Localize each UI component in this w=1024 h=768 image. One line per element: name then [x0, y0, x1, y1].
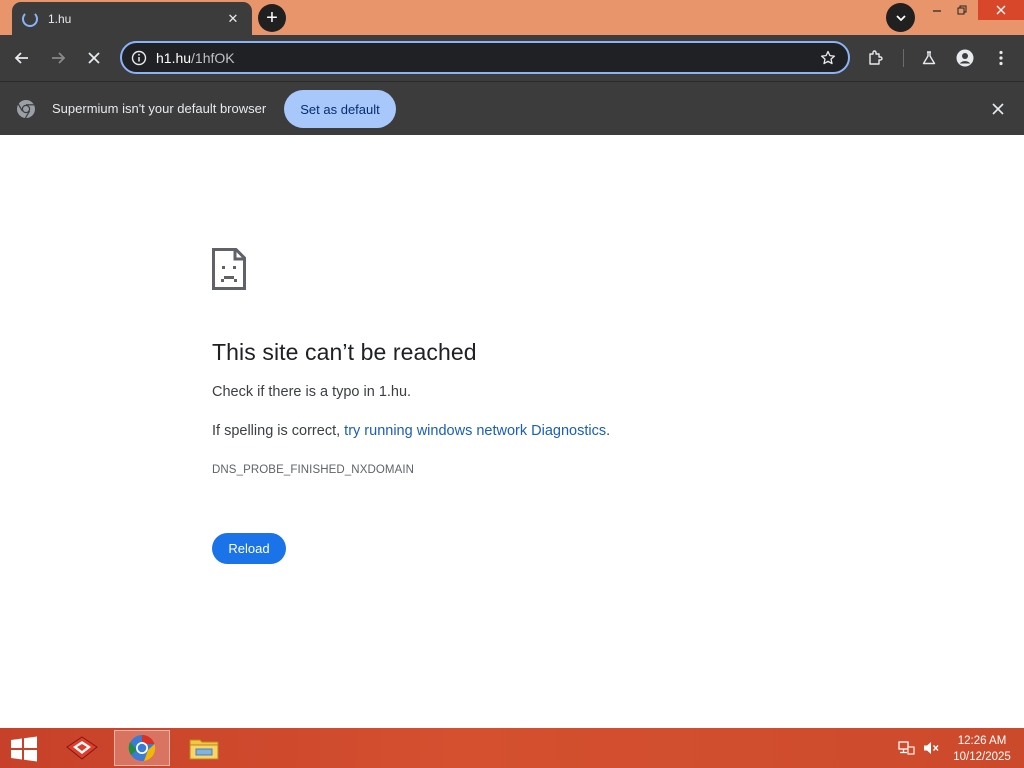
default-browser-infobar: Supermium isn't your default browser Set… — [0, 81, 1024, 135]
labs-button[interactable] — [915, 44, 943, 72]
error-suggestion-diagnostics: If spelling is correct, try running wind… — [212, 423, 610, 439]
extensions-button[interactable] — [862, 44, 890, 72]
restore-icon — [957, 5, 967, 15]
volume-muted-icon[interactable] — [922, 740, 940, 756]
clock-time: 12:26 AM — [957, 735, 1007, 747]
stop-icon — [88, 52, 100, 64]
kebab-menu-icon — [999, 50, 1003, 66]
forward-button[interactable] — [44, 44, 72, 72]
site-info-icon[interactable] — [130, 49, 148, 67]
minimize-icon — [933, 10, 941, 12]
profile-avatar-icon — [956, 49, 974, 67]
arrow-left-icon — [14, 52, 28, 64]
diagnostics-prefix: If spelling is correct, — [212, 423, 345, 439]
sad-page-icon — [212, 248, 246, 290]
taskbar-app-red[interactable] — [54, 730, 110, 766]
browser-toolbar: h1.hu/1hfOK — [0, 35, 1024, 81]
menu-button[interactable] — [987, 44, 1015, 72]
file-explorer-icon — [189, 739, 219, 760]
browser-logo-icon — [17, 100, 35, 119]
close-icon — [992, 103, 1004, 115]
tab-active[interactable]: 1.hu ✕ — [12, 2, 252, 35]
close-icon — [996, 5, 1006, 15]
reload-button[interactable]: Reload — [212, 533, 286, 564]
error-suggestion-typo: Check if there is a typo in 1.hu. — [212, 384, 412, 400]
address-text[interactable]: h1.hu/1hfOK — [156, 50, 818, 66]
chevron-down-icon — [895, 14, 906, 21]
profile-button[interactable] — [951, 44, 979, 72]
error-code: DNS_PROBE_FINISHED_NXDOMAIN — [212, 464, 415, 476]
restore-button[interactable] — [942, 0, 982, 20]
network-icon[interactable] — [897, 740, 915, 756]
tab-strip: 1.hu ✕ + — [0, 0, 1024, 35]
supermium-browser-icon — [128, 734, 156, 761]
taskbar: 12:26 AM 10/12/2025 — [0, 728, 1024, 768]
error-title: This site can’t be reached — [212, 339, 477, 365]
url-path: /1hfOK — [191, 49, 235, 66]
app-icon — [66, 736, 98, 760]
url-host: h1.hu — [156, 49, 192, 66]
puzzle-piece-icon — [869, 50, 883, 65]
back-button[interactable] — [8, 44, 36, 72]
tab-search-button[interactable] — [886, 3, 915, 32]
diagnostics-suffix: . — [606, 423, 611, 439]
taskbar-app-browser[interactable] — [114, 730, 170, 766]
clock-date: 10/12/2025 — [953, 751, 1011, 763]
taskbar-app-explorer[interactable] — [176, 730, 232, 766]
toolbar-divider — [903, 49, 904, 67]
system-clock[interactable]: 12:26 AM 10/12/2025 — [948, 733, 1016, 765]
bookmark-star-icon[interactable] — [818, 48, 838, 68]
address-bar[interactable]: h1.hu/1hfOK — [120, 41, 850, 74]
infobar-message: Supermium isn't your default browser — [52, 101, 267, 116]
tab-title: 1.hu — [48, 11, 72, 26]
loading-spinner-icon — [22, 10, 38, 27]
new-tab-button[interactable]: + — [258, 4, 286, 32]
windows-start-icon[interactable] — [8, 735, 40, 763]
stop-loading-button[interactable] — [80, 44, 108, 72]
network-diagnostics-link[interactable]: try running windows network Diagnostics — [344, 423, 606, 439]
set-as-default-button[interactable]: Set as default — [284, 90, 396, 128]
infobar-close-button[interactable] — [988, 99, 1008, 119]
flask-icon — [922, 51, 936, 65]
error-page: This site can’t be reached Check if ther… — [0, 136, 1024, 728]
arrow-right-icon — [52, 52, 66, 64]
close-window-button[interactable] — [978, 0, 1024, 20]
tab-close-icon[interactable]: ✕ — [224, 11, 242, 27]
